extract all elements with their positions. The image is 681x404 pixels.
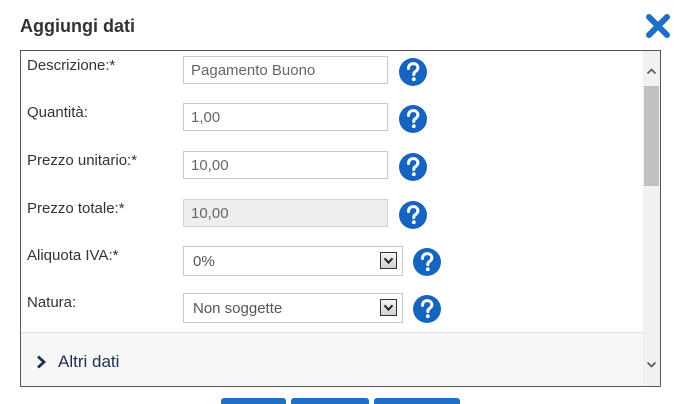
prezzo-totale-input xyxy=(183,199,388,227)
footer-button-2[interactable] xyxy=(291,398,369,404)
prezzo-totale-label: Prezzo totale:* xyxy=(27,200,125,217)
question-mark-icon[interactable] xyxy=(413,295,441,323)
prezzo-unitario-input[interactable] xyxy=(183,151,388,179)
question-mark-icon[interactable] xyxy=(399,58,427,86)
row-aliquota-iva: Aliquota IVA:* 0% xyxy=(21,241,643,281)
row-quantita: Quantità: xyxy=(21,98,643,138)
quantita-input[interactable] xyxy=(183,103,388,131)
form-panel: Descrizione:* Quantità: Prezzo unitario:… xyxy=(20,50,661,387)
aliquota-iva-label: Aliquota IVA:* xyxy=(27,247,119,264)
altri-dati-section[interactable]: Altri dati xyxy=(21,333,643,386)
prezzo-unitario-label: Prezzo unitario:* xyxy=(27,152,138,169)
dialog-title: Aggiungi dati xyxy=(20,16,135,36)
chevron-up-icon[interactable] xyxy=(643,63,660,80)
close-icon[interactable] xyxy=(644,12,672,40)
footer-button-3[interactable] xyxy=(374,398,460,404)
scrollbar-thumb[interactable] xyxy=(644,86,659,186)
aliquota-iva-select[interactable]: 0% xyxy=(183,246,403,276)
descrizione-label: Descrizione:* xyxy=(27,57,116,74)
question-mark-icon[interactable] xyxy=(413,248,441,276)
aliquota-iva-value: 0% xyxy=(193,253,215,270)
footer-button-1[interactable] xyxy=(221,398,286,404)
row-prezzo-totale: Prezzo totale:* xyxy=(21,194,643,234)
chevron-down-icon[interactable] xyxy=(643,356,660,373)
quantita-label: Quantità: xyxy=(27,104,88,121)
chevron-down-icon[interactable] xyxy=(380,252,397,269)
question-mark-icon[interactable] xyxy=(399,105,427,133)
natura-select[interactable]: Non soggette xyxy=(183,293,403,323)
question-mark-icon[interactable] xyxy=(399,201,427,229)
row-prezzo-unitario: Prezzo unitario:* xyxy=(21,146,643,186)
descrizione-input[interactable] xyxy=(183,56,388,84)
row-natura: Natura: Non soggette xyxy=(21,288,643,328)
row-descrizione: Descrizione:* xyxy=(21,51,643,91)
vertical-scrollbar[interactable] xyxy=(643,51,660,386)
chevron-right-icon xyxy=(37,355,47,369)
chevron-down-icon[interactable] xyxy=(380,299,397,316)
question-mark-icon[interactable] xyxy=(399,153,427,181)
natura-value: Non soggette xyxy=(193,300,283,317)
altri-dati-label: Altri dati xyxy=(58,352,120,371)
natura-label: Natura: xyxy=(27,294,77,311)
